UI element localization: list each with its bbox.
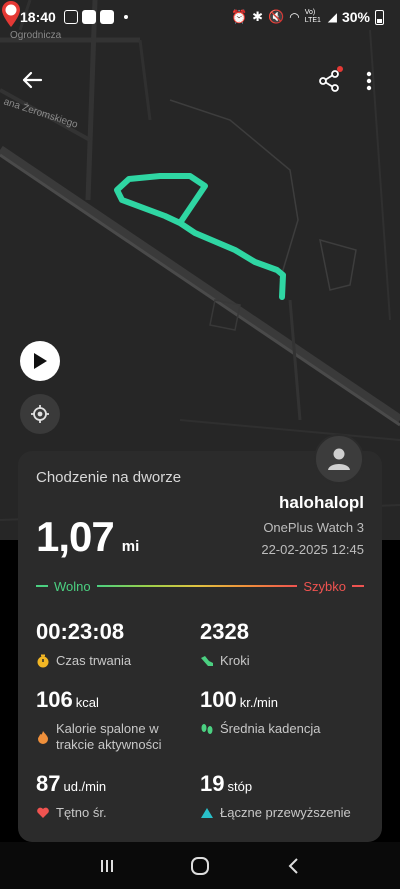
steps-value: 2328 (200, 619, 249, 644)
elevation-icon (201, 808, 213, 818)
battery-percentage: 30% (341, 9, 370, 25)
notification-dot (337, 66, 343, 72)
heart-rate-value: 87 (36, 771, 61, 796)
recent-apps-icon (100, 859, 113, 872)
play-route-button[interactable] (20, 341, 60, 381)
system-icons: ⏰ ✱ 🔇 ◠ Vo) LTE1 ◢ 30% (231, 9, 384, 25)
distance-value: 1,07 (36, 513, 115, 560)
play-icon (34, 353, 47, 369)
status-time: 18:40 (20, 9, 56, 25)
chevron-left-icon (288, 857, 299, 874)
pace-slow-label: Wolno (54, 578, 91, 594)
user-icon (328, 448, 350, 470)
alarm-icon: ⏰ (230, 9, 248, 24)
arrow-left-icon (22, 71, 43, 89)
mute-icon: 🔇 (268, 9, 285, 24)
stat-calories: 106 kcal Kalorie spalone w trakcie aktywn… (36, 687, 196, 753)
avatar[interactable] (314, 434, 364, 484)
bluetooth-icon: ✱ (252, 9, 264, 24)
flame-icon (38, 731, 48, 744)
stopwatch-icon (37, 654, 49, 668)
pace-dash-fast (352, 585, 364, 587)
pace-legend: Wolno Szybko (36, 577, 364, 595)
locate-icon (31, 405, 49, 423)
more-options-button[interactable] (356, 64, 382, 98)
cadence-label: Średnia kadencja (220, 721, 321, 736)
cadence-unit: kr./min (239, 695, 279, 710)
stat-duration: 00:23:08 Czas trwania (36, 619, 196, 669)
distance: 1,07 mi (36, 513, 139, 561)
shield-notification-icon (63, 10, 78, 24)
footprints-icon (201, 724, 213, 734)
system-navigation-bar (0, 842, 400, 889)
calories-unit: kcal (75, 695, 99, 710)
status-bar: 18:40 ⏰ ✱ 🔇 ◠ Vo) LTE1 ◢ 30% (0, 0, 400, 34)
heart-rate-label: Tętno śr. (56, 805, 107, 820)
stat-steps: 2328 Kroki (200, 619, 360, 669)
device-name: OnePlus Watch 3 (263, 520, 364, 535)
elevation-unit: stóp (227, 779, 253, 794)
share-button[interactable] (312, 64, 346, 98)
more-notifications-icon (123, 15, 128, 19)
notification-icons (63, 10, 128, 24)
back-nav-button[interactable] (273, 846, 313, 886)
duration-label: Czas trwania (56, 653, 132, 668)
home-icon (190, 856, 209, 875)
activity-summary-card: Chodzenie na dworze halohalopl OnePlus W… (18, 451, 382, 842)
more-vertical-icon (366, 71, 372, 91)
shoe-icon (201, 656, 213, 666)
calories-label: Kalorie spalone w trakcie aktywności (56, 721, 162, 752)
back-button[interactable] (14, 62, 50, 98)
home-button[interactable] (180, 846, 220, 886)
duration-value: 00:23:08 (36, 619, 125, 644)
cadence-value: 100 (200, 687, 237, 712)
share-icon (319, 70, 339, 92)
signal-icon: ◢ (327, 10, 337, 24)
pace-dash-slow (36, 585, 48, 587)
stat-heart-rate: 87 ud./min Tętno śr. (36, 771, 196, 821)
steps-label: Kroki (220, 653, 250, 668)
wifi-icon: ◠ (289, 10, 300, 24)
heart-rate-unit: ud./min (63, 779, 107, 794)
recent-apps-button[interactable] (87, 846, 127, 886)
locate-button[interactable] (20, 394, 60, 434)
battery-icon (375, 9, 384, 25)
pace-fast-label: Szybko (303, 578, 346, 594)
heart-icon (37, 807, 49, 818)
app-notification-icon (99, 10, 114, 24)
activity-datetime: 22-02-2025 12:45 (261, 542, 364, 557)
stat-cadence: 100 kr./min Średnia kadencja (200, 687, 360, 737)
app-notification-icon (81, 10, 96, 24)
calories-value: 106 (36, 687, 73, 712)
pace-gradient-bar (96, 585, 298, 587)
elevation-label: Łączne przewyższenie (220, 805, 351, 820)
elevation-value: 19 (200, 771, 225, 796)
network-label: Vo) LTE1 (304, 9, 321, 24)
activity-title: Chodzenie na dworze (36, 469, 182, 486)
distance-unit: mi (121, 538, 140, 555)
stat-elevation: 19 stóp Łączne przewyższenie (200, 771, 360, 821)
username: halohalopl (279, 493, 364, 512)
